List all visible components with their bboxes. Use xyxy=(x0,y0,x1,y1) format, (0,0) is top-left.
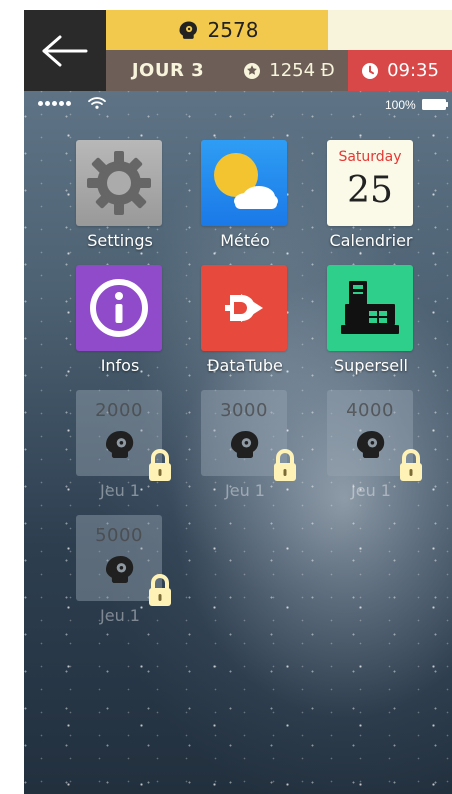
settings-label: Settings xyxy=(87,231,153,250)
money-text: 1254 Đ xyxy=(269,60,335,81)
brain-icon xyxy=(231,431,259,458)
padlock-icon xyxy=(149,573,171,606)
coins-counter: 2578 xyxy=(106,10,328,50)
signal-dots-icon xyxy=(38,101,71,106)
coins-value: 2578 xyxy=(207,18,259,42)
wifi-icon xyxy=(88,97,106,109)
arrow-left-icon xyxy=(42,35,88,66)
coins-bar-background xyxy=(328,10,452,50)
padlock-icon xyxy=(149,448,171,481)
locked-game-2-price: 3000 xyxy=(220,400,268,421)
locked-game-2-label: Jeu 1 xyxy=(225,481,265,500)
brain-icon xyxy=(357,431,385,458)
infos-tile[interactable] xyxy=(76,265,162,351)
weather-tile[interactable] xyxy=(201,140,287,226)
time-indicator: 09:35 xyxy=(348,50,452,91)
locked-game-3-label: Jeu 1 xyxy=(351,481,391,500)
battery-percent: 100% xyxy=(385,98,416,112)
locked-game-3-price: 4000 xyxy=(346,400,394,421)
money-indicator: 1254 Đ xyxy=(230,50,348,91)
brain-coin-icon xyxy=(179,21,197,39)
brain-icon xyxy=(106,431,134,458)
play-icon xyxy=(225,294,263,322)
calendar-tile[interactable]: Saturday 25 xyxy=(327,140,413,226)
back-button[interactable] xyxy=(24,10,106,91)
weather-icon xyxy=(214,153,278,209)
money-icon xyxy=(244,62,261,79)
day-indicator: JOUR 3 xyxy=(106,50,230,91)
game-screen: 2578 JOUR 3 1254 Đ 09:35 100% Settings M… xyxy=(0,0,452,794)
cash-register-icon xyxy=(341,281,399,334)
status-row: JOUR 3 1254 Đ 09:35 xyxy=(106,50,452,91)
padlock-icon xyxy=(400,448,422,481)
battery-icon xyxy=(422,99,448,110)
phone-screen: 100% Settings Météo Saturday 25 Calendri… xyxy=(24,91,452,794)
settings-tile[interactable] xyxy=(76,140,162,226)
info-icon xyxy=(90,279,148,337)
datatube-label: ĐataTube xyxy=(207,356,283,375)
calendar-label: Calendrier xyxy=(329,231,413,250)
locked-game-1-label: Jeu 1 xyxy=(100,481,140,500)
clock-icon xyxy=(362,62,379,79)
day-text: JOUR 3 xyxy=(131,60,205,81)
padlock-icon xyxy=(274,448,296,481)
supersell-tile[interactable] xyxy=(327,265,413,351)
brain-icon xyxy=(106,556,134,583)
locked-game-4-label: Jeu 1 xyxy=(100,606,140,625)
time-text: 09:35 xyxy=(387,60,439,81)
datatube-tile[interactable] xyxy=(201,265,287,351)
locked-game-4-price: 5000 xyxy=(95,525,143,546)
top-hud: 2578 JOUR 3 1254 Đ 09:35 xyxy=(24,10,452,91)
weather-label: Météo xyxy=(220,231,270,250)
gear-icon xyxy=(87,151,151,215)
phone-status-bar: 100% xyxy=(24,91,452,117)
locked-game-1-price: 2000 xyxy=(95,400,143,421)
supersell-label: Supersell xyxy=(334,356,408,375)
infos-label: Infos xyxy=(100,356,140,375)
calendar-day-name: Saturday xyxy=(338,149,402,165)
calendar-day-number: 25 xyxy=(347,170,393,211)
